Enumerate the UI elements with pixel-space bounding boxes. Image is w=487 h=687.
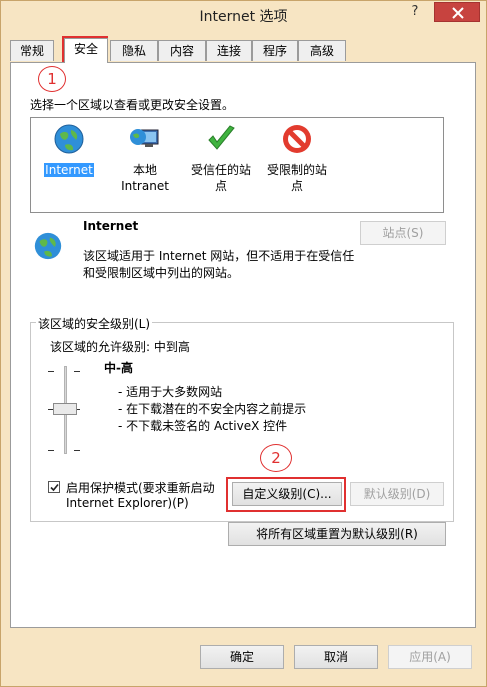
protected-mode-label-1: 启用保护模式(要求重新启动: [66, 481, 215, 495]
zone-trusted-sites[interactable]: 受信任的站 点: [183, 118, 259, 194]
zone-title: Internet: [83, 219, 139, 233]
zone-internet[interactable]: Internet: [31, 118, 107, 178]
slider-tick: [48, 371, 54, 372]
globe-icon: [34, 232, 62, 260]
level-detail-3: - 不下载未签名的 ActiveX 控件: [118, 419, 288, 433]
close-button[interactable]: [434, 2, 480, 22]
allowed-levels-text: 该区域的允许级别: 中到高: [50, 340, 190, 354]
cancel-button[interactable]: 取消: [294, 645, 378, 669]
tab-connections[interactable]: 连接: [206, 40, 252, 61]
protected-mode-checkbox[interactable]: [48, 481, 60, 493]
zone-local-intranet-label: 本地 Intranet: [121, 163, 169, 193]
title-bar: Internet 选项 ?: [0, 0, 487, 30]
default-level-button[interactable]: 默认级别(D): [350, 482, 444, 506]
sites-button[interactable]: 站点(S): [360, 221, 446, 245]
annotation-one: 1: [38, 66, 66, 92]
security-slider-thumb[interactable]: [53, 403, 77, 415]
check-icon: [208, 125, 235, 150]
custom-level-highlight: [226, 477, 346, 512]
tab-privacy[interactable]: 隐私: [110, 40, 158, 61]
ok-button[interactable]: 确定: [200, 645, 284, 669]
reset-all-zones-button[interactable]: 将所有区域重置为默认级别(R): [228, 522, 446, 546]
slider-tick: [74, 450, 80, 451]
tab-programs[interactable]: 程序: [252, 40, 298, 61]
close-icon: [452, 7, 464, 19]
protected-mode-label-2: Internet Explorer)(P): [66, 496, 189, 510]
tab-advanced[interactable]: 高级: [298, 40, 346, 61]
tab-security[interactable]: 安全: [64, 38, 108, 63]
zone-description: 该区域适用于 Internet 网站，但不适用于在受信任和受限制区域中列出的网站…: [83, 249, 355, 280]
zone-list[interactable]: Internet 本地 Intranet 受信任的站 点 受限制的站 点: [30, 117, 444, 213]
tab-general[interactable]: 常规: [10, 40, 54, 61]
zone-restricted-sites[interactable]: 受限制的站 点: [259, 118, 335, 194]
security-level-group-label: 该区域的安全级别(L): [36, 315, 153, 332]
apply-button[interactable]: 应用(A): [388, 645, 472, 669]
zone-instruction: 选择一个区域以查看或更改安全设置。: [30, 98, 235, 112]
checkmark-icon: [50, 483, 59, 492]
globe-icon: [54, 124, 84, 154]
help-button[interactable]: ?: [404, 4, 426, 24]
slider-tick: [74, 371, 80, 372]
tab-content[interactable]: 内容: [158, 40, 206, 61]
intranet-icon: [130, 129, 159, 147]
restricted-icon: [283, 125, 311, 153]
zone-restricted-sites-label: 受限制的站 点: [266, 163, 327, 193]
zone-trusted-sites-label: 受信任的站 点: [190, 163, 251, 193]
level-detail-1: - 适用于大多数网站: [118, 385, 223, 399]
zone-local-intranet[interactable]: 本地 Intranet: [107, 118, 183, 194]
annotation-two: 2: [260, 444, 292, 472]
slider-tick: [48, 450, 54, 451]
zone-internet-label: Internet: [44, 163, 94, 177]
level-name: 中-高: [104, 361, 133, 375]
level-detail-2: - 在下载潜在的不安全内容之前提示: [118, 402, 307, 416]
